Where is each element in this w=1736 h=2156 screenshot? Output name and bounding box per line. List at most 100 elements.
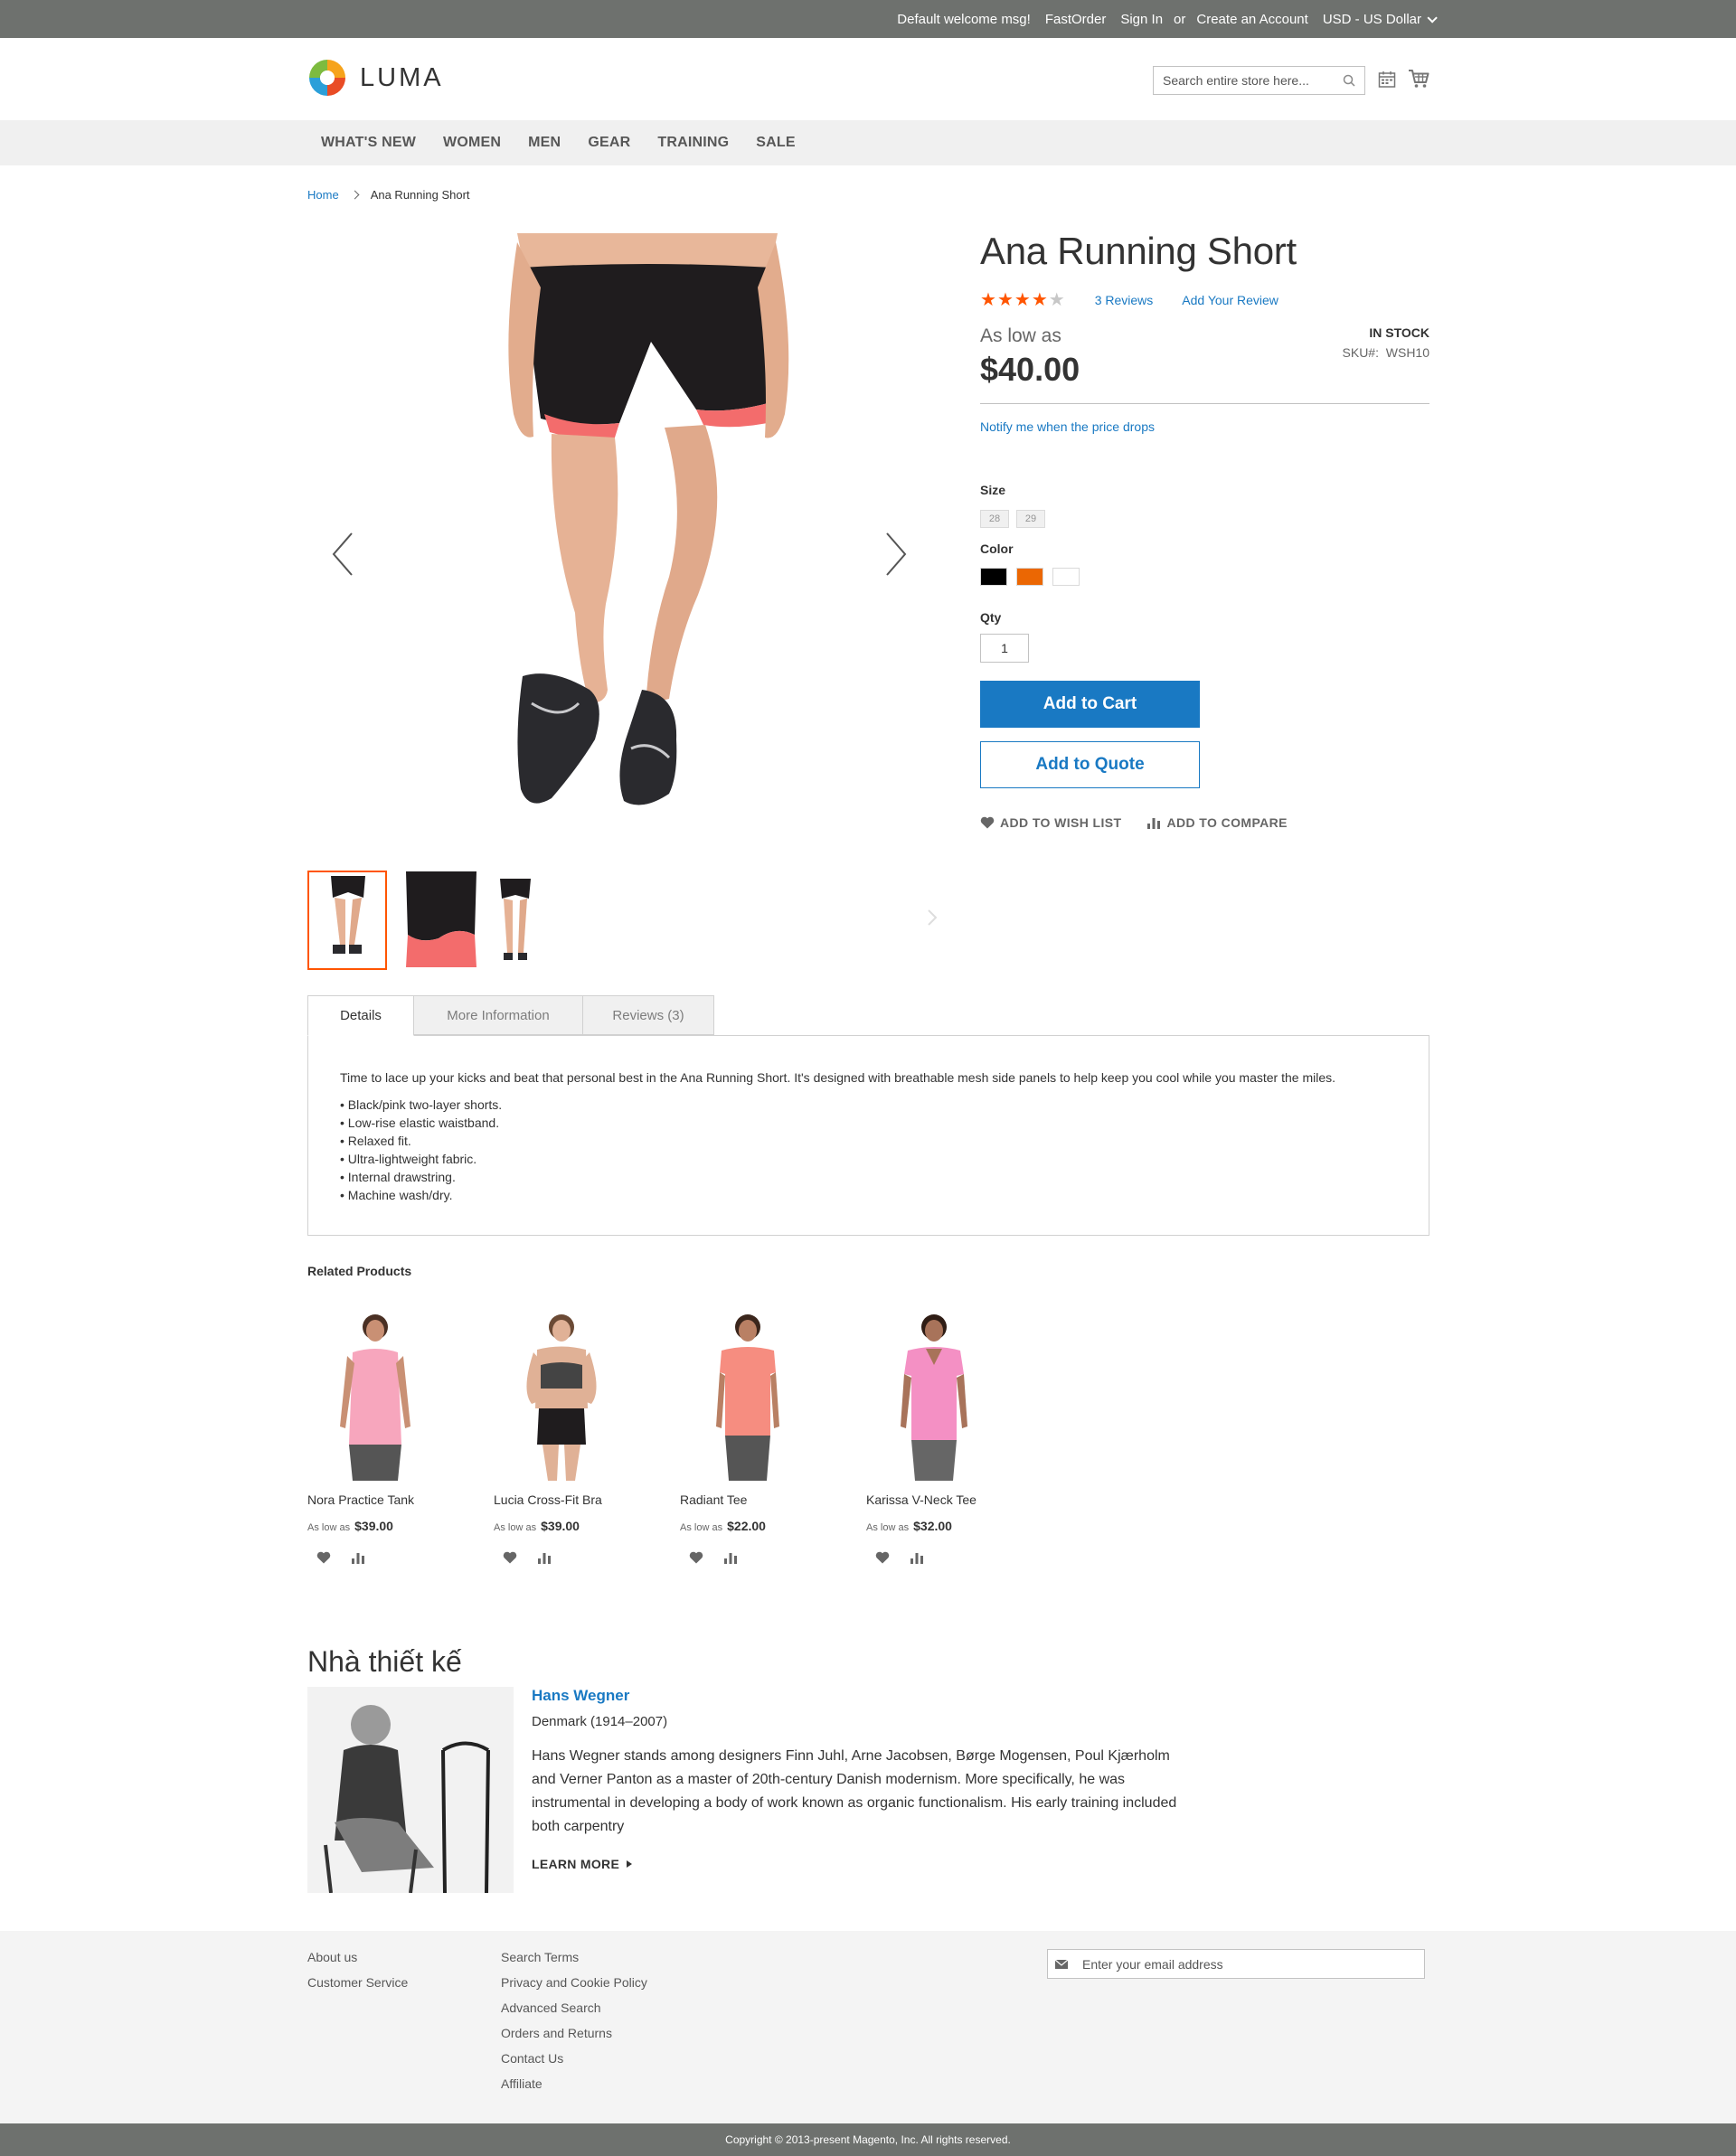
heart-icon[interactable] — [875, 1551, 890, 1564]
size-option-29[interactable]: 29 — [1016, 510, 1045, 528]
product-image — [494, 1309, 629, 1481]
compare-icon[interactable] — [723, 1551, 738, 1564]
heart-icon[interactable] — [503, 1551, 517, 1564]
feature-item: • Ultra-lightweight fabric. — [340, 1152, 477, 1166]
product-price: As low as $32.00 — [866, 1519, 1002, 1533]
product-image — [680, 1309, 816, 1481]
search-box[interactable] — [1153, 66, 1365, 95]
product-name[interactable]: Radiant Tee — [680, 1492, 816, 1507]
color-swatch-white[interactable] — [1052, 568, 1080, 586]
compare-icon[interactable] — [537, 1551, 552, 1564]
nav-item-whats-new[interactable]: What's New — [307, 135, 429, 151]
footer-links-col-1: About us Customer Service — [307, 1949, 408, 1991]
search-input[interactable] — [1154, 67, 1326, 94]
cart-icon[interactable] — [1408, 69, 1429, 89]
sign-in-link[interactable]: Sign In — [1120, 12, 1163, 27]
newsletter-box[interactable] — [1047, 1949, 1425, 1979]
gallery-thumbnails — [307, 871, 575, 970]
tab-more-information[interactable]: More Information — [413, 995, 583, 1035]
add-to-compare-link[interactable]: Add to Compare — [1146, 815, 1288, 830]
currency-switcher[interactable]: USD - US Dollar — [1323, 12, 1438, 27]
related-product-card[interactable]: Karissa V-Neck Tee As low as $32.00 — [866, 1309, 1002, 1564]
gallery-prev-arrow[interactable] — [330, 532, 357, 577]
nav-item-training[interactable]: Training — [644, 135, 742, 151]
nav-item-gear[interactable]: Gear — [574, 135, 644, 151]
newsletter-email-input[interactable] — [1075, 1950, 1410, 1978]
product-actions: Add to Wish List Add to Compare — [980, 815, 1288, 830]
details-panel: Time to lace up your kicks and beat that… — [307, 1035, 1429, 1236]
search-icon[interactable] — [1343, 74, 1355, 87]
nav-item-women[interactable]: Women — [429, 135, 514, 151]
breadcrumb-home-link[interactable]: Home — [307, 188, 339, 202]
qty-input[interactable]: 1 — [980, 634, 1029, 663]
luma-logo[interactable]: LUMA — [307, 58, 444, 98]
add-to-quote-button[interactable]: Add to Quote — [980, 741, 1200, 788]
related-product-card[interactable]: Radiant Tee As low as $22.00 — [680, 1309, 816, 1564]
footer-link-contact-us[interactable]: Contact Us — [501, 2050, 647, 2067]
breadcrumb-current: Ana Running Short — [370, 188, 470, 202]
footer-link-search-terms[interactable]: Search Terms — [501, 1949, 647, 1966]
product-price: As low as $22.00 — [680, 1519, 816, 1533]
compare-icon[interactable] — [351, 1551, 365, 1564]
thumbnails-next-arrow[interactable] — [927, 909, 938, 927]
footer-link-customer-service[interactable]: Customer Service — [307, 1974, 408, 1991]
add-review-link[interactable]: Add Your Review — [1182, 293, 1278, 307]
designer-name-link[interactable]: Hans Wegner — [532, 1687, 629, 1705]
footer-link-affiliate[interactable]: Affiliate — [501, 2076, 647, 2093]
footer-link-about-us[interactable]: About us — [307, 1949, 408, 1966]
create-account-link[interactable]: Create an Account — [1196, 12, 1307, 27]
product-gallery[interactable] — [307, 233, 931, 857]
compare-icon — [1147, 818, 1161, 829]
fastorder-link[interactable]: FastOrder — [1045, 12, 1107, 27]
star-icon: ★ — [1048, 290, 1065, 310]
learn-more-link[interactable]: LEARN MORE — [532, 1857, 633, 1871]
color-swatch-orange[interactable] — [1016, 568, 1043, 586]
gallery-thumb[interactable] — [495, 871, 575, 970]
price-alert-link[interactable]: Notify me when the price drops — [980, 419, 1155, 434]
related-product-card[interactable]: Nora Practice Tank As low as $39.00 — [307, 1309, 443, 1564]
footer-link-orders-returns[interactable]: Orders and Returns — [501, 2025, 647, 2042]
product-name[interactable]: Nora Practice Tank — [307, 1492, 443, 1507]
product-name[interactable]: Karissa V-Neck Tee — [866, 1492, 1002, 1507]
gallery-next-arrow[interactable] — [882, 532, 909, 577]
feature-item: • Relaxed fit. — [340, 1134, 411, 1148]
heart-icon[interactable] — [689, 1551, 703, 1564]
tab-details[interactable]: Details — [307, 995, 414, 1036]
footer-link-advanced-search[interactable]: Advanced Search — [501, 2000, 647, 2017]
size-options: 28 29 — [980, 510, 1045, 528]
copyright-text: Copyright © 2013-present Magento, Inc. A… — [725, 2133, 1011, 2146]
star-icon: ★ — [996, 290, 1014, 310]
price-label: As low as — [980, 325, 1061, 346]
price-value: $39.00 — [541, 1519, 580, 1533]
feature-item: • Internal drawstring. — [340, 1170, 456, 1184]
product-name[interactable]: Lucia Cross-Fit Bra — [494, 1492, 629, 1507]
compare-label: Add to Compare — [1166, 815, 1288, 830]
compare-icon[interactable] — [910, 1551, 924, 1564]
gallery-thumb[interactable] — [401, 871, 481, 970]
quote-icon[interactable] — [1378, 71, 1396, 89]
learn-more-label: LEARN MORE — [532, 1857, 620, 1871]
nav-item-sale[interactable]: Sale — [742, 135, 808, 151]
color-swatch-black[interactable] — [980, 568, 1007, 586]
add-to-wishlist-link[interactable]: Add to Wish List — [980, 815, 1121, 830]
price-label: As low as — [307, 1522, 351, 1533]
thumb-image — [309, 872, 385, 968]
product-sku: SKU#: WSH10 — [1343, 345, 1429, 360]
heart-icon — [980, 816, 995, 829]
tab-reviews[interactable]: Reviews (3) — [582, 995, 714, 1035]
footer-link-privacy-policy[interactable]: Privacy and Cookie Policy — [501, 1974, 647, 1991]
details-features: • Black/pink two-layer shorts. • Low-ris… — [340, 1096, 1397, 1204]
nav-item-men[interactable]: Men — [514, 135, 574, 151]
product-main-image — [307, 233, 931, 857]
gallery-thumb[interactable] — [307, 871, 387, 970]
heart-icon[interactable] — [316, 1551, 331, 1564]
size-label: Size — [980, 483, 1006, 497]
related-product-card[interactable]: Lucia Cross-Fit Bra As low as $39.00 — [494, 1309, 629, 1564]
color-label: Color — [980, 541, 1014, 556]
add-to-cart-button[interactable]: Add to Cart — [980, 681, 1200, 728]
feature-item: • Black/pink two-layer shorts. — [340, 1097, 503, 1112]
reviews-link[interactable]: 3 Reviews — [1095, 293, 1154, 307]
related-products-list: Nora Practice Tank As low as $39.00 Luci… — [307, 1309, 1002, 1564]
size-option-28[interactable]: 28 — [980, 510, 1009, 528]
feature-item: • Low-rise elastic waistband. — [340, 1116, 500, 1130]
